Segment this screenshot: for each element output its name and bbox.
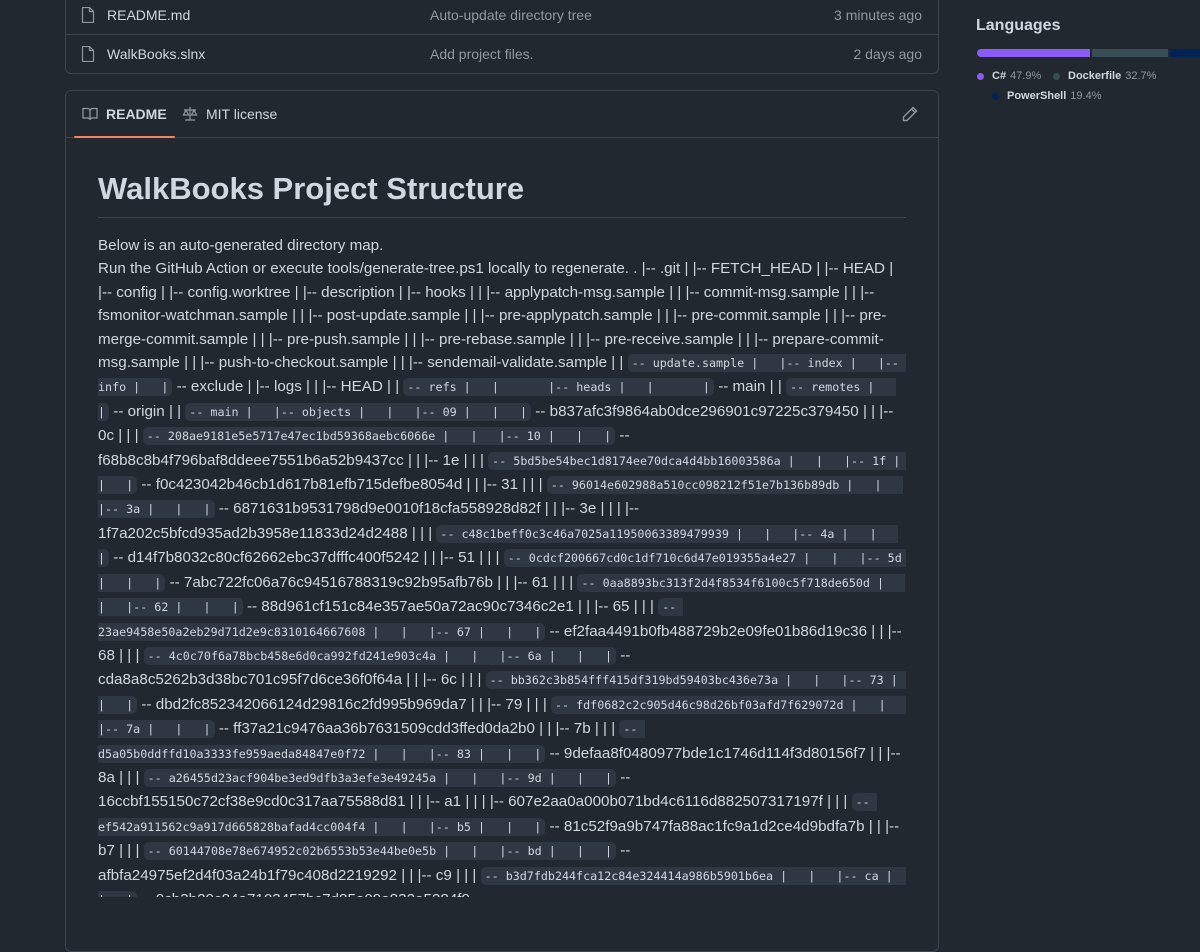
pencil-icon[interactable] bbox=[902, 106, 918, 122]
readme-intro: Below is an auto-generated directory map… bbox=[98, 237, 384, 254]
tree-text: -- 7abc722fc06a76c94516788319c92b95afb76… bbox=[165, 573, 578, 591]
tree-text: -- d14f7b8032c80cf62662ebc37dfffc400f524… bbox=[109, 549, 504, 567]
language-item[interactable]: PowerShell 19.4% bbox=[992, 90, 1102, 102]
language-item[interactable]: Dockerfile 32.7% bbox=[1053, 70, 1156, 82]
commit-message-link[interactable]: Add project files. bbox=[430, 46, 534, 62]
language-dot-icon bbox=[977, 72, 984, 80]
commit-time: 2 days ago bbox=[853, 46, 923, 62]
readme-body: WalkBooks Project Structure Below is an … bbox=[98, 171, 906, 898]
language-percent: 47.9% bbox=[1010, 70, 1042, 82]
inline-code: -- main | |-- objects | | |-- 09 | | | bbox=[185, 402, 532, 421]
languages-heading: Languages bbox=[976, 17, 1061, 34]
tab-readme-label: README bbox=[106, 106, 167, 122]
readme-tabs: README MIT license bbox=[66, 91, 938, 138]
tree-text: -- dbd2fc852342066124d29816c2fd995b969da… bbox=[137, 695, 551, 713]
inline-code: -- 60144708e78e674952c02b6553b53e44be0e5… bbox=[143, 842, 617, 861]
file-row[interactable]: README.md Auto-update directory tree 3 m… bbox=[66, 0, 938, 35]
readme-panel: README MIT license WalkBooks Project Str… bbox=[65, 90, 939, 952]
language-bar-segment bbox=[1170, 49, 1200, 57]
tab-license-label: MIT license bbox=[206, 106, 278, 122]
language-percent: 32.7% bbox=[1125, 70, 1157, 82]
tree-text: -- origin | | bbox=[109, 402, 186, 420]
file-row[interactable]: WalkBooks.slnx Add project files. 2 days… bbox=[66, 35, 938, 73]
inline-code: -- 208ae9181e5e5717e47ec1bd59368aebc6066… bbox=[142, 427, 616, 446]
languages-bar bbox=[977, 49, 1200, 57]
language-name: C# bbox=[992, 70, 1007, 82]
language-percent: 19.4% bbox=[1070, 90, 1102, 102]
readme-text: Below is an auto-generated directory map… bbox=[98, 234, 906, 898]
commit-message-link[interactable]: Auto-update directory tree bbox=[430, 7, 592, 23]
book-icon bbox=[82, 107, 98, 121]
tree-text: -- ff37a21c9476aa36b7631509cdd3ffed0da2b… bbox=[214, 720, 620, 738]
language-dot-icon bbox=[992, 92, 999, 100]
language-name: PowerShell bbox=[1007, 90, 1067, 102]
file-list: README.md Auto-update directory tree 3 m… bbox=[65, 0, 939, 74]
file-name-link[interactable]: README.md bbox=[107, 7, 190, 23]
law-icon bbox=[182, 107, 198, 121]
file-icon bbox=[81, 46, 95, 62]
commit-time: 3 minutes ago bbox=[834, 7, 922, 23]
language-name: Dockerfile bbox=[1068, 70, 1122, 82]
tab-readme[interactable]: README bbox=[74, 91, 175, 138]
file-name-link[interactable]: WalkBooks.slnx bbox=[107, 46, 205, 62]
language-item[interactable]: C# 47.9% bbox=[977, 70, 1041, 82]
readme-title: WalkBooks Project Structure bbox=[98, 171, 906, 218]
tree-text: -- exclude | |-- logs | | |-- HEAD | | bbox=[172, 378, 404, 396]
directory-tree-text: Run the GitHub Action or execute tools/g… bbox=[98, 257, 906, 898]
language-dot-icon bbox=[1053, 72, 1060, 80]
tab-license[interactable]: MIT license bbox=[182, 91, 277, 137]
language-bar-segment bbox=[1091, 49, 1169, 57]
language-bar-segment bbox=[977, 49, 1090, 57]
inline-code: -- a26455d23acf904be3ed9dfb3a3efe3e49245… bbox=[143, 768, 617, 787]
tree-text: -- 0cb3b29c84a7103457bc7d85a09a832e5284f… bbox=[137, 891, 470, 897]
tree-text: -- 88d961cf151c84e357ae50a72ac90c7346c2e… bbox=[242, 598, 659, 616]
tree-text: -- f0c423042b46cb1d617b81efb715defbe8054… bbox=[137, 476, 547, 494]
inline-code: -- 4c0c70f6a78bcb458e6d0ca992fd241e903c4… bbox=[143, 646, 617, 665]
file-icon bbox=[81, 7, 95, 23]
inline-code: -- refs | | |-- heads | | | bbox=[403, 378, 714, 397]
tree-text: -- main | | bbox=[713, 378, 786, 396]
